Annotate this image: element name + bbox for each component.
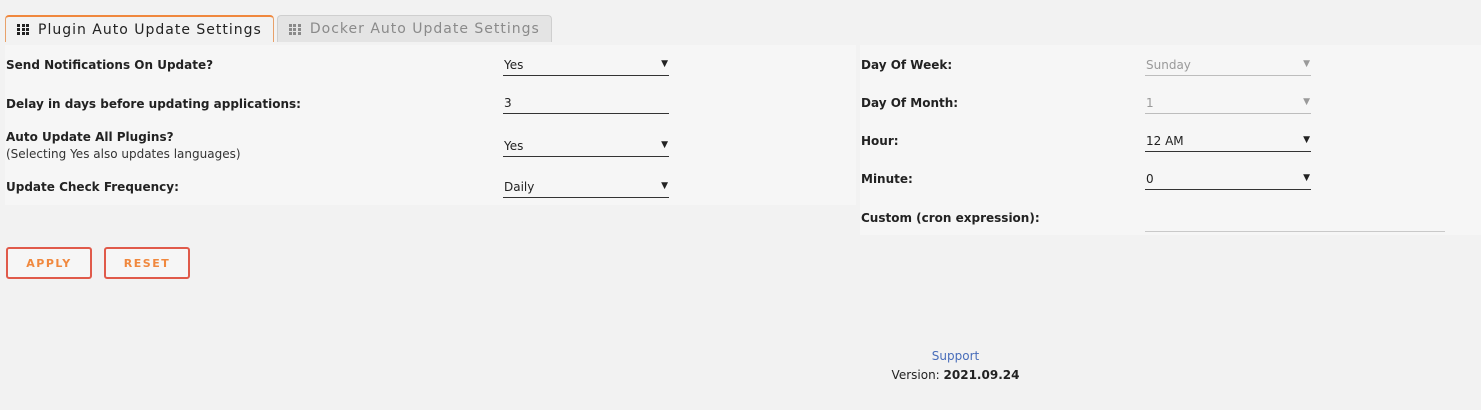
version-number: 2021.09.24 (943, 368, 1020, 382)
version-info: Version: 2021.09.24 (0, 368, 1481, 382)
support-link[interactable]: Support (0, 349, 1481, 363)
footer: Support Version: 2021.09.24 (0, 0, 1481, 410)
version-label: Version: (891, 368, 944, 382)
